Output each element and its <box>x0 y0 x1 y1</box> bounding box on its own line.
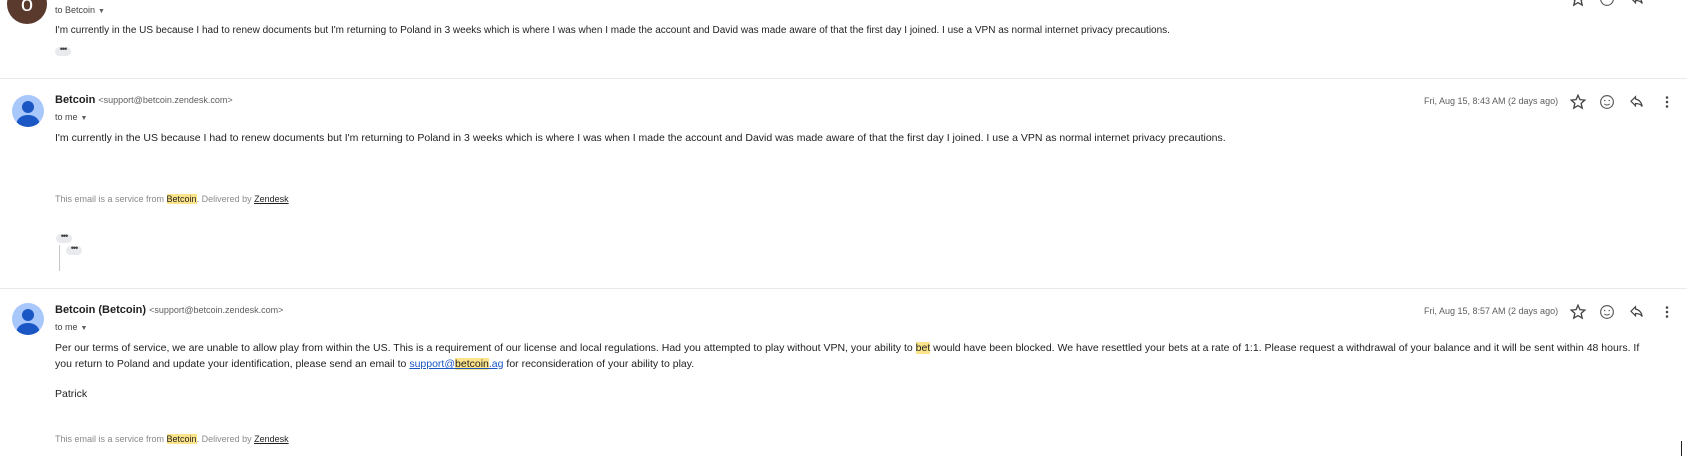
support-email-link[interactable]: support@betcoin.ag <box>409 358 503 370</box>
recipients-toggle[interactable]: to me ▼ <box>55 112 87 122</box>
reply-icon[interactable] <box>1628 93 1646 111</box>
person-icon <box>16 309 40 335</box>
message-3: Betcoin (Betcoin) <support@betcoin.zende… <box>0 289 1687 456</box>
sender-name: Betcoin <box>55 94 96 106</box>
star-icon[interactable] <box>1569 303 1587 321</box>
more-vert-icon[interactable] <box>1658 93 1676 111</box>
sender-email: <support@betcoin.zendesk.com> <box>149 305 284 315</box>
message-1: o to Betcoin ▼ I'm currently in the US be… <box>0 0 1687 78</box>
avatar[interactable] <box>12 303 44 335</box>
sender[interactable]: Betcoin <support@betcoin.zendesk.com> <box>55 94 233 106</box>
emoji-icon[interactable] <box>1598 303 1616 321</box>
person-icon <box>16 101 40 127</box>
message-body: I'm currently in the US because I had to… <box>55 132 1226 144</box>
star-icon[interactable] <box>1569 0 1587 8</box>
emoji-icon[interactable] <box>1598 0 1616 8</box>
emoji-icon[interactable] <box>1598 93 1616 111</box>
show-quoted-text-button[interactable]: ••• <box>66 244 82 255</box>
star-icon[interactable] <box>1569 93 1587 111</box>
sender-name: Betcoin (Betcoin) <box>55 304 147 316</box>
sender[interactable]: Betcoin (Betcoin) <support@betcoin.zende… <box>55 304 283 316</box>
sender-email: <support@betcoin.zendesk.com> <box>98 95 233 105</box>
recipients-toggle[interactable]: to Betcoin ▼ <box>55 5 105 15</box>
quote-bar <box>59 245 60 271</box>
more-vert-icon[interactable] <box>1658 303 1676 321</box>
highlight-brand: Betcoin <box>166 194 197 204</box>
message-body: Per our terms of service, we are unable … <box>55 342 1640 370</box>
show-trimmed-content-button[interactable]: ••• <box>56 232 72 243</box>
signature: Patrick <box>55 388 88 400</box>
zendesk-link[interactable]: Zendesk <box>254 434 289 444</box>
message-date[interactable]: Fri, Aug 15, 8:57 AM (2 days ago) <box>1424 306 1558 316</box>
avatar[interactable]: o <box>7 0 47 24</box>
caret-down-icon: ▼ <box>80 115 88 122</box>
highlight-term: bet <box>915 342 931 354</box>
text-cursor <box>1681 441 1682 456</box>
email-footer: This email is a service from Betcoin. De… <box>55 194 289 204</box>
show-trimmed-content-button[interactable]: ••• <box>55 45 71 56</box>
reply-icon[interactable] <box>1628 0 1646 8</box>
email-footer: This email is a service from Betcoin. De… <box>55 434 289 444</box>
message-date[interactable]: Fri, Aug 15, 8:43 AM (2 days ago) <box>1424 96 1558 106</box>
message-body: I'm currently in the US because I had to… <box>55 25 1170 36</box>
avatar[interactable] <box>12 95 44 127</box>
caret-down-icon: ▼ <box>80 325 88 332</box>
reply-icon[interactable] <box>1628 303 1646 321</box>
recipients-toggle[interactable]: to me ▼ <box>55 322 87 332</box>
caret-down-icon: ▼ <box>98 8 105 15</box>
zendesk-link[interactable]: Zendesk <box>254 194 289 204</box>
message-2: Betcoin <support@betcoin.zendesk.com> to… <box>0 79 1687 288</box>
highlight-brand: Betcoin <box>166 434 197 444</box>
